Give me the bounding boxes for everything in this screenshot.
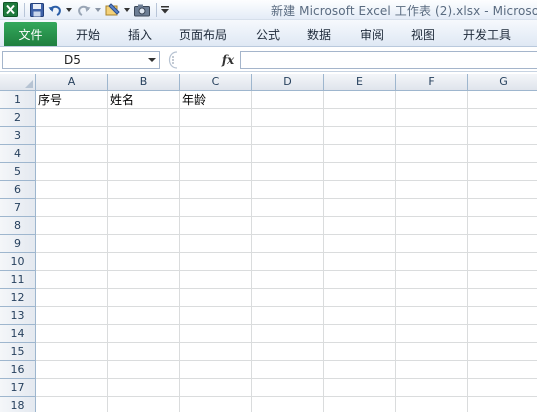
select-all-button[interactable]: [0, 74, 36, 91]
column-header-d[interactable]: D: [252, 74, 324, 91]
column-header-e[interactable]: E: [324, 74, 396, 91]
row-header-12[interactable]: 12: [0, 289, 36, 307]
row-header-7[interactable]: 7: [0, 199, 36, 217]
gridline-horizontal: [36, 216, 537, 217]
column-header-f[interactable]: F: [396, 74, 468, 91]
row-header-17[interactable]: 17: [0, 379, 36, 397]
gridline-horizontal: [36, 162, 537, 163]
row-header-4[interactable]: 4: [0, 145, 36, 163]
gridline-horizontal: [36, 180, 537, 181]
row-header-8[interactable]: 8: [0, 217, 36, 235]
column-header-g[interactable]: G: [468, 74, 537, 91]
gridline-horizontal: [36, 324, 537, 325]
redo-icon[interactable]: [76, 2, 92, 18]
tab-data[interactable]: 数据: [307, 26, 331, 43]
ribbon-tab-bar: 文件 开始 插入 页面布局 公式 数据 审阅 视图 开发工具: [0, 20, 537, 47]
row-header-11[interactable]: 11: [0, 271, 36, 289]
tab-developer[interactable]: 开发工具: [463, 26, 511, 43]
row-header-9[interactable]: 9: [0, 235, 36, 253]
insert-function-button[interactable]: fx: [218, 51, 238, 69]
row-header-3[interactable]: 3: [0, 127, 36, 145]
gridline-horizontal: [36, 360, 537, 361]
tab-review[interactable]: 审阅: [360, 26, 384, 43]
tab-view[interactable]: 视图: [411, 26, 435, 43]
cell-a1[interactable]: 序号: [36, 91, 108, 109]
cell-b1[interactable]: 姓名: [108, 91, 180, 109]
row-header-2[interactable]: 2: [0, 109, 36, 127]
tab-page-layout[interactable]: 页面布局: [179, 26, 227, 43]
gridline-horizontal: [36, 396, 537, 397]
row-header-1[interactable]: 1: [0, 91, 36, 109]
title-bar: 新建 Microsoft Excel 工作表 (2).xlsx - Micros…: [0, 0, 537, 20]
row-header-6[interactable]: 6: [0, 181, 36, 199]
camera-icon[interactable]: [134, 2, 150, 18]
gridline-horizontal: [36, 288, 537, 289]
row-header-15[interactable]: 15: [0, 343, 36, 361]
quick-access-toolbar: [0, 0, 172, 19]
name-box[interactable]: D5: [2, 51, 160, 69]
custom-tool-icon[interactable]: [105, 2, 121, 18]
formula-input[interactable]: [240, 51, 537, 69]
undo-icon[interactable]: [47, 2, 63, 18]
gridline-horizontal: [36, 126, 537, 127]
window-title: 新建 Microsoft Excel 工作表 (2).xlsx - Micros…: [271, 4, 537, 18]
gridline-horizontal: [36, 270, 537, 271]
select-all-triangle-icon: [25, 80, 33, 88]
spreadsheet-grid[interactable]: A B C D E F G 1 2 3 4 5 6 7 8 9 10 11 12 13 14 15 16 17 18 序号 姓名 年龄: [0, 74, 537, 412]
gridline-horizontal: [36, 378, 537, 379]
toolbar-separator: [156, 2, 157, 17]
formula-bar-splitter-icon[interactable]: [163, 51, 183, 69]
toolbar-separator: [24, 2, 25, 17]
row-header-10[interactable]: 10: [0, 253, 36, 271]
tab-home[interactable]: 开始: [76, 26, 100, 43]
customize-qat-icon[interactable]: [161, 2, 169, 18]
formula-bar: D5 fx: [0, 48, 537, 72]
name-box-value: D5: [64, 53, 81, 67]
redo-dropdown-icon[interactable]: [94, 2, 102, 18]
gridline-horizontal: [36, 306, 537, 307]
custom-tool-dropdown-icon[interactable]: [123, 2, 131, 18]
save-icon[interactable]: [29, 2, 45, 18]
tab-insert[interactable]: 插入: [128, 26, 152, 43]
column-header-a[interactable]: A: [36, 74, 108, 91]
excel-logo-icon[interactable]: [2, 2, 18, 18]
cell-c1[interactable]: 年龄: [180, 91, 252, 109]
row-header-5[interactable]: 5: [0, 163, 36, 181]
gridline-horizontal: [36, 342, 537, 343]
tab-formulas[interactable]: 公式: [256, 26, 280, 43]
tab-file[interactable]: 文件: [4, 22, 57, 46]
gridline-horizontal: [36, 252, 537, 253]
column-header-c[interactable]: C: [180, 74, 252, 91]
row-header-18[interactable]: 18: [0, 397, 36, 412]
column-header-b[interactable]: B: [108, 74, 180, 91]
row-header-14[interactable]: 14: [0, 325, 36, 343]
name-box-dropdown-icon[interactable]: [148, 58, 156, 62]
row-header-13[interactable]: 13: [0, 307, 36, 325]
row-header-16[interactable]: 16: [0, 361, 36, 379]
gridline-horizontal: [36, 234, 537, 235]
gridline-horizontal: [36, 144, 537, 145]
undo-dropdown-icon[interactable]: [65, 2, 73, 18]
gridline-horizontal: [36, 198, 537, 199]
